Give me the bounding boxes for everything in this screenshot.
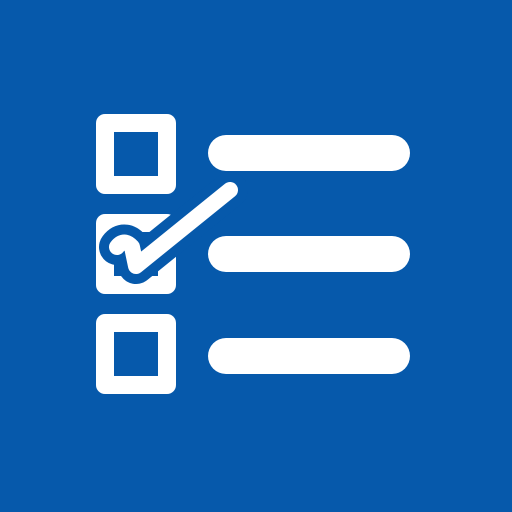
checklist-icon <box>0 0 512 512</box>
list-line <box>208 236 410 272</box>
checkbox-interior <box>114 332 158 376</box>
list-line <box>208 135 410 171</box>
checkbox-interior <box>114 132 158 176</box>
checklist-app-icon <box>0 0 512 512</box>
list-line <box>208 338 410 374</box>
